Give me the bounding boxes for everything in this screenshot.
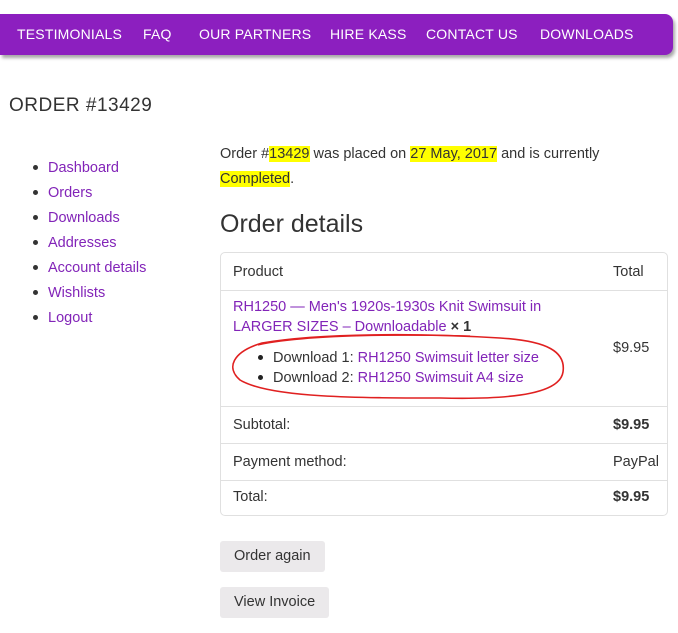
download-item: Download 2: RH1250 Swimsuit A4 size: [257, 368, 539, 388]
download-item: Download 1: RH1250 Swimsuit letter size: [257, 348, 539, 368]
account-nav-item: Orders: [30, 183, 146, 208]
subtotal-label: Subtotal:: [233, 417, 291, 433]
product-total: $9.95: [613, 340, 650, 356]
account-nav-item: Downloads: [30, 208, 146, 233]
account-nav-item: Account details: [30, 258, 146, 283]
nav-hire-kass[interactable]: HIRE KASS: [330, 14, 407, 55]
payment-method-value: PayPal: [613, 454, 659, 470]
account-nav-item: Logout: [30, 308, 146, 333]
account-nav-item: Wishlists: [30, 283, 146, 308]
account-nav-wishlists[interactable]: Wishlists: [48, 285, 105, 301]
product-quantity: × 1: [450, 319, 472, 335]
payment-method-label: Payment method:: [233, 454, 347, 470]
total-label: Total:: [233, 489, 268, 505]
product-link[interactable]: RH1250 — Men's 1920s-1930s Knit Swimsuit…: [233, 299, 541, 335]
order-date: 27 May, 2017: [410, 146, 498, 162]
notice-prefix: Order #: [220, 146, 270, 162]
account-nav-orders[interactable]: Orders: [48, 185, 92, 201]
table-row-product: RH1250 — Men's 1920s-1930s Knit Swimsuit…: [221, 291, 667, 407]
download-label: Download 1:: [273, 350, 354, 366]
notice-suffix: .: [290, 171, 295, 187]
nav-contact-us[interactable]: CONTACT US: [426, 14, 518, 55]
order-details-heading: Order details: [220, 210, 364, 238]
account-nav-item: Addresses: [30, 233, 146, 258]
table-header-row: Product Total: [221, 253, 667, 291]
top-navbar: TESTIMONIALS FAQ OUR PARTNERS HIRE KASS …: [0, 14, 673, 55]
download-link-letter[interactable]: RH1250 Swimsuit letter size: [358, 350, 539, 366]
order-status: Completed: [220, 171, 291, 187]
download-list: Download 1: RH1250 Swimsuit letter size …: [257, 348, 539, 388]
table-row-subtotal: Subtotal: $9.95: [221, 407, 667, 444]
nav-faq[interactable]: FAQ: [143, 14, 172, 55]
download-link-a4[interactable]: RH1250 Swimsuit A4 size: [358, 370, 524, 386]
account-nav-account-details[interactable]: Account details: [48, 260, 146, 276]
notice-text: and is currently: [497, 146, 600, 162]
account-nav-addresses[interactable]: Addresses: [48, 235, 117, 251]
account-nav-item: Dashboard: [30, 158, 146, 183]
table-row-payment: Payment method: PayPal: [221, 444, 667, 481]
order-again-button[interactable]: Order again: [220, 541, 325, 572]
column-header-product: Product: [233, 264, 283, 280]
column-header-total: Total: [613, 264, 644, 280]
order-number: 13429: [269, 146, 310, 162]
page-title: ORDER #13429: [9, 95, 153, 116]
order-details-table: Product Total RH1250 — Men's 1920s-1930s…: [220, 252, 668, 516]
download-label: Download 2:: [273, 370, 354, 386]
subtotal-value: $9.95: [613, 417, 650, 433]
total-value: $9.95: [613, 489, 650, 505]
account-navigation: Dashboard Orders Downloads Addresses Acc…: [30, 158, 146, 333]
nav-downloads[interactable]: DOWNLOADS: [540, 14, 634, 55]
account-nav-dashboard[interactable]: Dashboard: [48, 160, 119, 176]
nav-testimonials[interactable]: TESTIMONIALS: [17, 14, 122, 55]
table-row-total: Total: $9.95: [221, 481, 667, 515]
product-cell: RH1250 — Men's 1920s-1930s Knit Swimsuit…: [233, 297, 573, 337]
account-nav-logout[interactable]: Logout: [48, 310, 92, 326]
account-nav-downloads[interactable]: Downloads: [48, 210, 120, 226]
order-status-notice: Order #13429 was placed on 27 May, 2017 …: [220, 142, 640, 192]
notice-text: was placed on: [309, 146, 411, 162]
nav-our-partners[interactable]: OUR PARTNERS: [199, 14, 311, 55]
view-invoice-button[interactable]: View Invoice: [220, 587, 330, 618]
